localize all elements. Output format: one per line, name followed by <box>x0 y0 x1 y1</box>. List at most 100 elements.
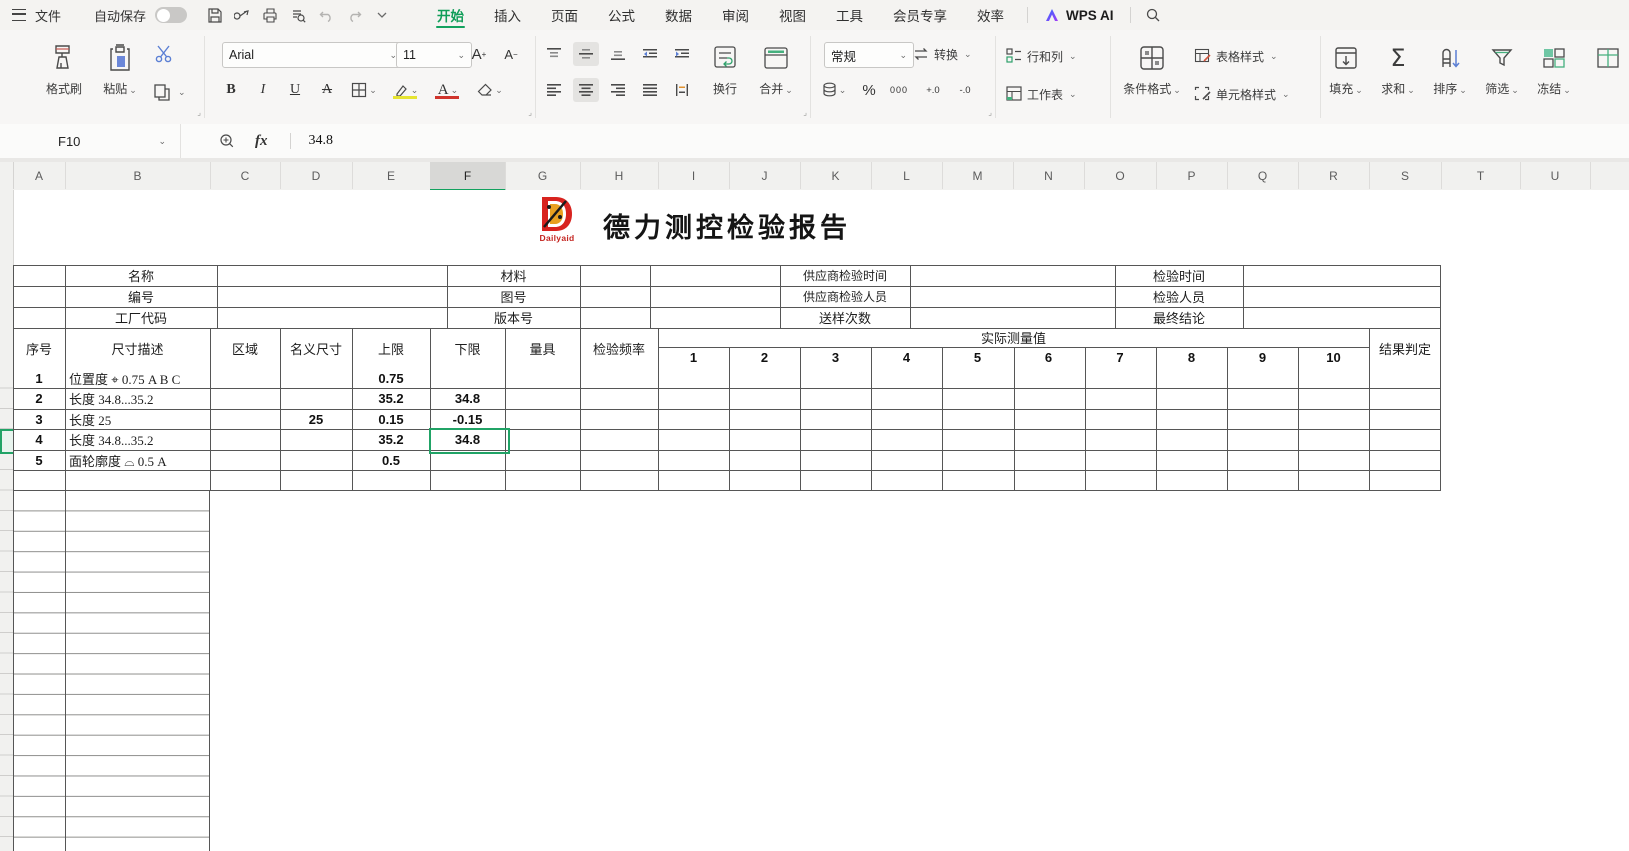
active-cell-selection[interactable] <box>429 428 510 454</box>
row3-no[interactable]: 3 <box>13 409 65 429</box>
distributed-align-button[interactable] <box>669 78 695 102</box>
col-header-S[interactable]: S <box>1369 162 1442 189</box>
paste-button[interactable]: 粘贴⌄ <box>94 40 146 97</box>
formula-input[interactable]: 34.8 <box>309 133 334 149</box>
col-header-K[interactable]: K <box>800 162 872 189</box>
info-label-final-conclusion[interactable]: 最终结论 <box>1115 307 1243 328</box>
col-header-G[interactable]: G <box>505 162 581 189</box>
sort-button[interactable]: 排序⌄ <box>1424 40 1476 97</box>
row5-no[interactable]: 5 <box>13 450 65 470</box>
increase-indent-button[interactable] <box>669 42 695 66</box>
fx-icon[interactable]: fx <box>255 133 268 150</box>
file-menu[interactable]: 文件 <box>35 6 61 25</box>
hdr-measured-values[interactable]: 实际测量值 <box>658 328 1369 347</box>
info-label-factory-code[interactable]: 工厂代码 <box>65 307 217 328</box>
font-color-button[interactable]: A ⌄ <box>430 78 466 102</box>
info-label-sample-count[interactable]: 送样次数 <box>780 307 910 328</box>
tab-view[interactable]: 视图 <box>764 0 821 30</box>
select-all-corner[interactable] <box>0 162 14 189</box>
col-header-N[interactable]: N <box>1013 162 1085 189</box>
decrease-indent-button[interactable] <box>637 42 663 66</box>
cell-style-button[interactable]: 单元格样式⌄ <box>1194 82 1290 106</box>
row1-upper[interactable]: 0.75 <box>352 368 430 389</box>
save-icon[interactable] <box>203 4 225 26</box>
align-middle-button[interactable] <box>573 42 599 66</box>
row1-desc[interactable]: 位置度 ⌖ 0.75 A B C <box>65 368 214 389</box>
sum-button[interactable]: Σ 求和⌄ <box>1372 40 1424 97</box>
tab-tools[interactable]: 工具 <box>821 0 878 30</box>
hdr-measure-7[interactable]: 7 <box>1084 347 1156 368</box>
rows-columns-button[interactable]: 行和列⌄ <box>1005 44 1077 68</box>
info-label-insp-time[interactable]: 检验时间 <box>1115 265 1243 286</box>
hdr-measure-2[interactable]: 2 <box>729 347 800 368</box>
highlight-color-button[interactable]: ⌄ <box>388 78 424 102</box>
convert-button[interactable]: 转换⌄ <box>912 42 972 66</box>
col-header-J[interactable]: J <box>729 162 801 189</box>
more-commands-chevron-icon[interactable] <box>371 4 393 26</box>
group-expand-icon[interactable]: ⌟ <box>197 108 201 117</box>
align-top-button[interactable] <box>541 42 567 66</box>
font-name-select[interactable]: Arial⌄ <box>222 42 404 68</box>
wrap-text-button[interactable]: 换行 <box>701 40 749 97</box>
align-right-button[interactable] <box>605 78 631 102</box>
fill-button[interactable]: 填充⌄ <box>1320 40 1372 97</box>
hdr-measure-6[interactable]: 6 <box>1013 347 1084 368</box>
col-header-P[interactable]: P <box>1156 162 1228 189</box>
row3-lower[interactable]: -0.15 <box>430 409 505 429</box>
hdr-no[interactable]: 序号 <box>13 328 65 368</box>
cut-button[interactable] <box>154 42 174 66</box>
share-icon[interactable] <box>231 4 253 26</box>
italic-button[interactable]: I <box>250 78 276 102</box>
row2-no[interactable]: 2 <box>13 388 65 409</box>
group-expand-icon[interactable]: ⌟ <box>988 108 992 117</box>
info-label-drawing-no[interactable]: 图号 <box>447 286 580 307</box>
info-label-name[interactable]: 名称 <box>65 265 217 286</box>
group-expand-icon[interactable]: ⌟ <box>803 108 807 117</box>
redo-icon[interactable] <box>343 4 365 26</box>
row3-desc[interactable]: 长度 25 <box>65 409 214 429</box>
row3-nominal[interactable]: 25 <box>280 409 352 429</box>
col-header-T[interactable]: T <box>1441 162 1521 189</box>
autosave-toggle[interactable] <box>155 7 187 23</box>
shrink-font-button[interactable]: A− <box>498 42 524 66</box>
percent-format-button[interactable]: % <box>856 78 882 102</box>
row-headers-clipped[interactable] <box>0 190 14 851</box>
number-format-select[interactable]: 常规⌄ <box>824 42 914 68</box>
sheet-canvas[interactable]: Dailyaid 德力测控检验报告 名称 材料 供应商检验时间 检验时间 编号 … <box>0 190 1629 851</box>
wps-ai-button[interactable]: WPS AI <box>1044 8 1114 23</box>
align-justify-button[interactable] <box>637 78 663 102</box>
hdr-frequency[interactable]: 检验频率 <box>580 328 658 368</box>
hdr-desc[interactable]: 尺寸描述 <box>65 328 210 368</box>
tab-home[interactable]: 开始 <box>422 0 479 30</box>
clipped-ribbon-button[interactable] <box>1582 40 1629 76</box>
print-icon[interactable] <box>259 4 281 26</box>
clear-format-button[interactable]: ⌄ <box>472 78 508 102</box>
strikethrough-button[interactable]: A <box>314 78 340 102</box>
hdr-result[interactable]: 结果判定 <box>1369 328 1441 368</box>
align-bottom-button[interactable] <box>605 42 631 66</box>
zoom-formula-icon[interactable] <box>216 130 238 152</box>
col-header-M[interactable]: M <box>942 162 1014 189</box>
col-header-B[interactable]: B <box>65 162 211 189</box>
tab-insert[interactable]: 插入 <box>479 0 536 30</box>
row4-upper[interactable]: 35.2 <box>352 429 430 450</box>
align-center-button[interactable] <box>573 78 599 102</box>
row2-desc[interactable]: 长度 34.8...35.2 <box>65 388 214 409</box>
hamburger-menu-icon[interactable] <box>12 9 26 21</box>
col-header-D[interactable]: D <box>280 162 353 189</box>
tab-page[interactable]: 页面 <box>536 0 593 30</box>
hdr-nominal[interactable]: 名义尺寸 <box>280 328 352 368</box>
col-header-U[interactable]: U <box>1520 162 1591 189</box>
font-size-select[interactable]: 11⌄ <box>396 42 472 68</box>
col-header-Q[interactable]: Q <box>1227 162 1299 189</box>
hdr-measure-8[interactable]: 8 <box>1156 347 1227 368</box>
col-header-partial[interactable] <box>1590 162 1629 189</box>
col-header-H[interactable]: H <box>580 162 659 189</box>
tab-review[interactable]: 审阅 <box>707 0 764 30</box>
col-header-F[interactable]: F <box>430 162 506 191</box>
hdr-measure-4[interactable]: 4 <box>871 347 942 368</box>
row2-upper[interactable]: 35.2 <box>352 388 430 409</box>
borders-button[interactable]: ⌄ <box>346 78 382 102</box>
filter-button[interactable]: 筛选⌄ <box>1476 40 1528 97</box>
tab-data[interactable]: 数据 <box>650 0 707 30</box>
